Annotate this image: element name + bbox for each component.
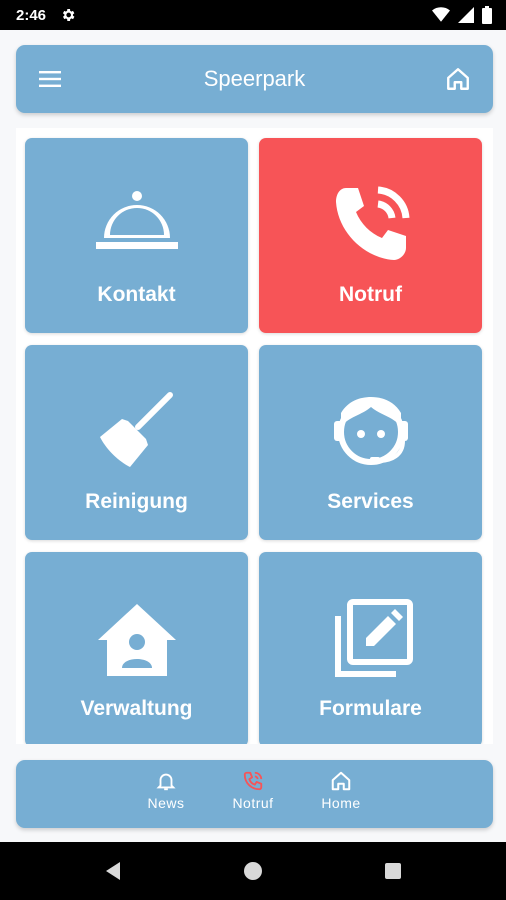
house-person-icon xyxy=(97,604,176,676)
phone-ringing-icon xyxy=(335,186,409,260)
phone-ringing-icon xyxy=(243,771,263,791)
tile-label: Kontakt xyxy=(97,283,176,306)
status-time: 2:46 xyxy=(16,6,47,24)
nav-label: News xyxy=(147,795,185,811)
tile-formulare[interactable]: Formulare xyxy=(259,552,482,744)
bottom-nav: News Notruf Home xyxy=(16,760,493,828)
tile-label: Formulare xyxy=(319,697,422,720)
tile-label: Notruf xyxy=(339,283,402,306)
back-icon[interactable] xyxy=(103,861,123,881)
tile-label: Verwaltung xyxy=(80,697,193,720)
support-agent-icon xyxy=(333,397,408,465)
tile-kontakt[interactable]: Kontakt xyxy=(25,138,248,333)
battery-icon xyxy=(482,6,492,24)
wifi-icon xyxy=(432,7,450,22)
tile-label: Reinigung xyxy=(85,490,188,513)
tile-reinigung[interactable]: Reinigung xyxy=(25,345,248,540)
recents-icon[interactable] xyxy=(383,861,403,881)
cell-signal-icon xyxy=(458,7,474,23)
broom-icon xyxy=(99,392,173,467)
status-bar: 2:46 xyxy=(0,0,506,30)
nav-item-home[interactable]: Home xyxy=(311,770,371,820)
home-icon xyxy=(331,771,351,791)
system-nav-bar xyxy=(0,842,506,900)
settings-gear-icon xyxy=(62,9,75,21)
nav-item-notruf[interactable]: Notruf xyxy=(223,770,283,820)
tile-verwaltung[interactable]: Verwaltung xyxy=(25,552,248,744)
tile-grid: Kontakt Notruf Reinigung Services Verwal… xyxy=(16,128,493,744)
bell-icon xyxy=(156,773,176,791)
edit-documents-icon xyxy=(334,599,413,677)
home-circle-icon[interactable] xyxy=(243,861,263,881)
nav-label: Notruf xyxy=(232,795,274,811)
home-icon[interactable] xyxy=(445,66,471,92)
cloche-icon xyxy=(95,191,178,249)
nav-label: Home xyxy=(321,795,361,811)
tile-services[interactable]: Services xyxy=(259,345,482,540)
nav-item-news[interactable]: News xyxy=(136,770,196,820)
tile-notruf[interactable]: Notruf xyxy=(259,138,482,333)
app-title: Speerpark xyxy=(203,66,306,91)
app-bar: Speerpark xyxy=(16,45,493,113)
tile-label: Services xyxy=(327,490,414,513)
